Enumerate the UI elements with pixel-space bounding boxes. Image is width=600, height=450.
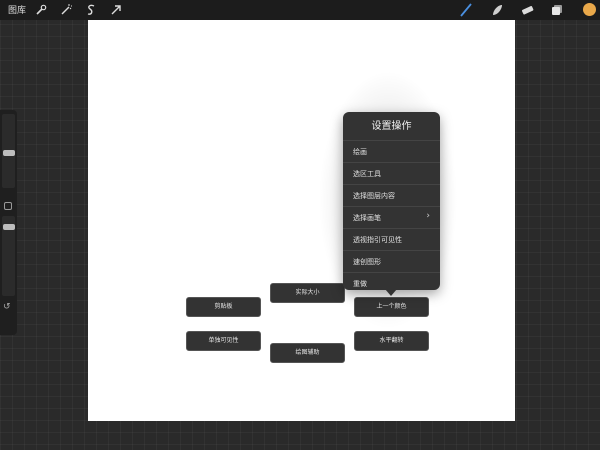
brush-icon[interactable]	[459, 3, 473, 17]
modify-button[interactable]	[4, 202, 12, 210]
selection-s-icon[interactable]	[84, 3, 98, 17]
magic-wand-icon[interactable]	[59, 3, 73, 17]
menu-item-label: 透视指引可见性	[353, 236, 402, 244]
menu-item-label: 绘画	[353, 148, 367, 156]
menu-item-select-brush[interactable]: 选择画笔 ›	[343, 206, 440, 228]
menu-pointer	[385, 289, 397, 296]
wrench-icon[interactable]	[34, 3, 48, 17]
smudge-icon[interactable]	[490, 3, 504, 17]
menu-item-label: 选区工具	[353, 170, 381, 178]
setup-actions-menu: 设置操作 绘画 选区工具 选择图层内容 选择画笔 › 透视指引可见性 速创图形 …	[343, 112, 440, 290]
left-sidebar: ↺	[0, 110, 17, 335]
brush-size-thumb[interactable]	[3, 150, 15, 156]
layers-icon[interactable]	[550, 3, 564, 17]
chevron-right-icon: ›	[426, 211, 430, 221]
brush-size-slider[interactable]	[2, 114, 15, 188]
drawing-assist-button[interactable]: 绘图辅助	[270, 343, 345, 363]
undo-icon[interactable]: ↺	[3, 302, 11, 312]
transform-arrow-icon[interactable]	[109, 3, 123, 17]
gallery-button[interactable]: 图库	[8, 3, 26, 16]
menu-item-select-layer-content[interactable]: 选择图层内容	[343, 184, 440, 206]
opacity-thumb[interactable]	[3, 224, 15, 230]
menu-item-label: 速创图形	[353, 258, 381, 266]
menu-item-selection-tool[interactable]: 选区工具	[343, 162, 440, 184]
menu-item-perspective-guide[interactable]: 透视指引可见性	[343, 228, 440, 250]
clipping-button[interactable]: 剪贴板	[186, 297, 261, 317]
menu-item-painting[interactable]: 绘画	[343, 140, 440, 162]
actual-size-button[interactable]: 实际大小	[270, 283, 345, 303]
prev-color-button[interactable]: 上一个颜色	[354, 297, 429, 317]
menu-title: 设置操作	[371, 121, 412, 132]
color-swatch[interactable]	[583, 3, 596, 16]
top-toolbar: 图库	[0, 0, 600, 20]
menu-item-quickshape[interactable]: 速创图形	[343, 250, 440, 272]
opacity-slider[interactable]	[2, 216, 15, 296]
flip-horizontal-button[interactable]: 水平翻转	[354, 331, 429, 351]
solo-visibility-button[interactable]: 单独可见性	[186, 331, 261, 351]
menu-item-label: 选择图层内容	[353, 192, 395, 200]
menu-item-label: 选择画笔	[353, 214, 381, 222]
eraser-icon[interactable]	[520, 3, 534, 17]
menu-item-label: 重做	[353, 280, 367, 288]
